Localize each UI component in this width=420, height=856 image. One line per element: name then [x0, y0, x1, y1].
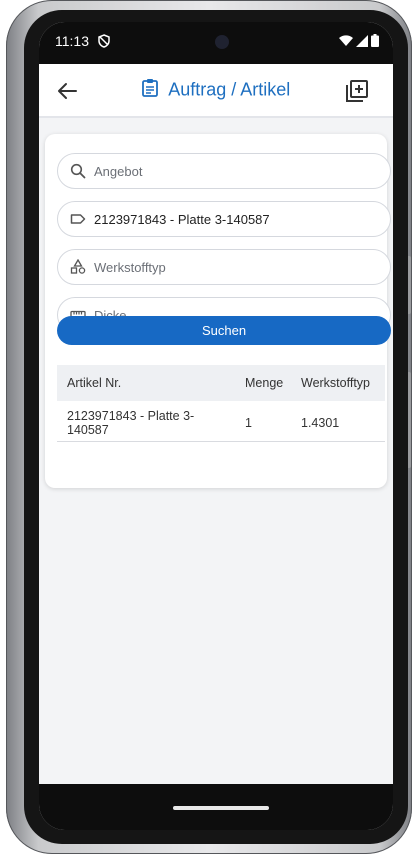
home-indicator[interactable]: [173, 806, 269, 810]
shapes-icon: [70, 258, 86, 275]
artikel-field[interactable]: 2123971843 - Platte 3-140587: [57, 201, 391, 237]
artikel-value: 2123971843 - Platte 3-140587: [94, 211, 270, 227]
status-bar: 11:13: [39, 22, 393, 64]
search-icon: [70, 163, 86, 179]
werkstofftyp-placeholder: Werkstofftyp: [94, 259, 166, 275]
battery-icon: [371, 34, 379, 52]
table-header: Artikel Nr. Menge Werkstofftyp: [57, 365, 385, 401]
cell-menge: 1: [245, 416, 252, 430]
angebot-placeholder: Angebot: [94, 163, 143, 179]
signal-icon: [356, 34, 368, 52]
front-camera: [215, 35, 229, 49]
table-row[interactable]: 2123971843 - Platte 3-140587 1 1.4301: [57, 405, 385, 442]
wifi-icon: [339, 34, 353, 52]
navigation-bar: [39, 784, 393, 830]
vpn-key-icon: [97, 34, 111, 53]
werkstofftyp-field[interactable]: Werkstofftyp: [57, 249, 391, 285]
column-artikel-nr: Artikel Nr.: [67, 376, 122, 390]
phone-frame: 11:13 Auftrag / Artikel Angebot 21239718…: [6, 0, 412, 854]
label-tag-icon: [70, 211, 86, 227]
column-werkstofftyp: Werkstofftyp: [301, 376, 371, 390]
status-time: 11:13: [55, 33, 89, 49]
cell-werkstofftyp: 1.4301: [301, 416, 340, 430]
search-button[interactable]: Suchen: [57, 316, 391, 345]
angebot-search-field[interactable]: Angebot: [57, 153, 391, 189]
app-bar: Auftrag / Artikel: [39, 64, 393, 118]
page-title: Auftrag / Artikel: [168, 79, 291, 100]
search-card: Angebot 2123971843 - Platte 3-140587 Wer…: [45, 134, 391, 488]
column-menge: Menge: [245, 376, 284, 390]
clipboard-icon: [141, 78, 158, 102]
screen: 11:13 Auftrag / Artikel Angebot 21239718…: [39, 22, 393, 830]
page-title-group: Auftrag / Artikel: [39, 78, 393, 102]
add-box-icon[interactable]: [343, 77, 371, 105]
status-icons: [339, 34, 379, 52]
cell-artikel-nr: 2123971843 - Platte 3-140587: [67, 409, 195, 437]
